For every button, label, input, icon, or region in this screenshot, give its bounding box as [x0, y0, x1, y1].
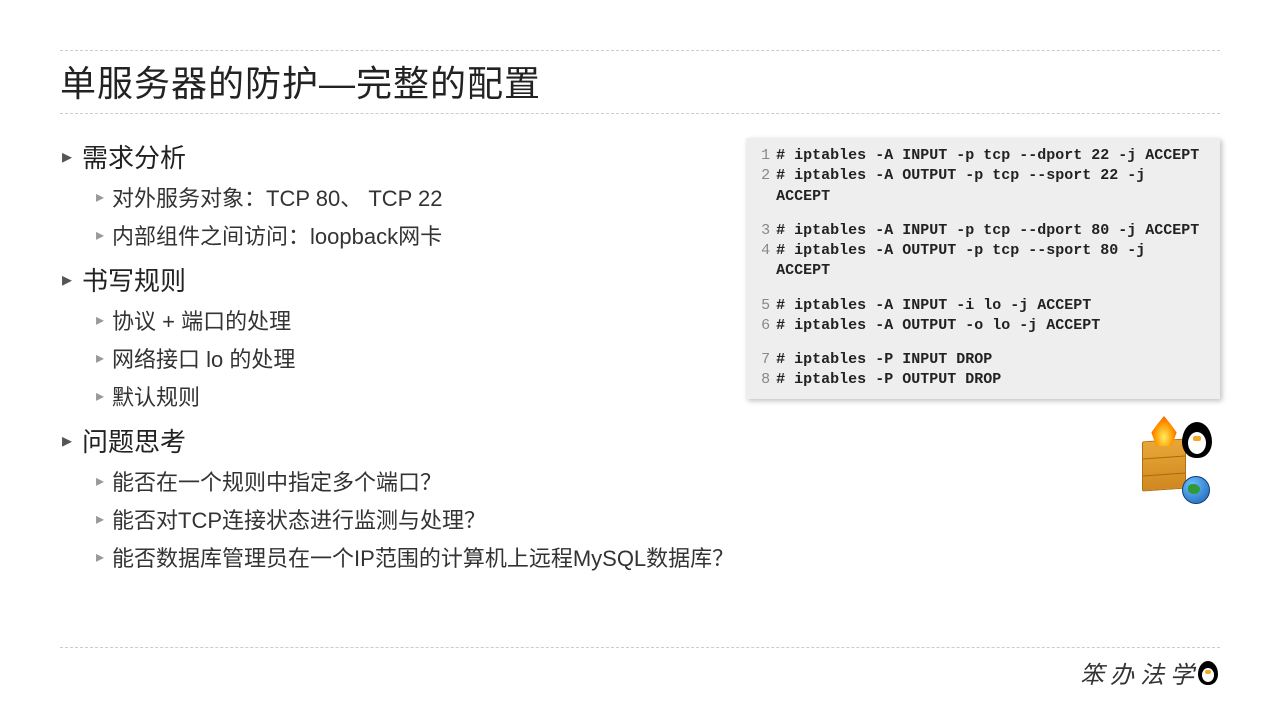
code-line: 5 # iptables -A INPUT -i lo -j ACCEPT [752, 296, 1206, 316]
slide-title: 单服务器的防护—完整的配置 [60, 55, 1220, 114]
code-text: # iptables -P OUTPUT DROP [776, 370, 1001, 390]
bullet-text: 对外服务对象：TCP 80、 TCP 22 [112, 181, 442, 213]
bullet-icon: ▸ [62, 144, 72, 169]
bullet-text: 内部组件之间访问：loopback网卡 [112, 219, 442, 251]
code-block: 1 # iptables -A INPUT -p tcp --dport 22 -… [746, 138, 1220, 399]
subbullet-icon: ▸ [96, 471, 104, 491]
code-text: # iptables -A OUTPUT -o lo -j ACCEPT [776, 316, 1100, 336]
subbullet-icon: ▸ [96, 547, 104, 567]
subbullet-icon: ▸ [96, 225, 104, 245]
globe-icon [1182, 476, 1210, 504]
bullet-text: 能否数据库管理员在一个IP范围的计算机上远程MySQL数据库？ [112, 541, 734, 573]
brick-wall-icon [1142, 438, 1186, 491]
bullet-text: 能否对TCP连接状态进行监测与处理？ [112, 503, 486, 535]
bullet-item: ▸ 能否对TCP连接状态进行监测与处理？ [96, 503, 734, 535]
code-text: # iptables -A INPUT -p tcp --dport 80 -j… [776, 221, 1199, 241]
bullet-item: ▸ 网络接口 lo 的处理 [96, 342, 734, 374]
bullet-column: ▸ 需求分析 ▸ 对外服务对象：TCP 80、 TCP 22 ▸ 内部组件之间访… [60, 128, 734, 579]
code-text: # iptables -A INPUT -p tcp --dport 22 -j… [776, 146, 1199, 166]
line-number: 5 [752, 296, 770, 316]
top-divider [60, 50, 1220, 51]
line-number: 1 [752, 146, 770, 166]
section-heading: ▸ 书写规则 [62, 261, 734, 298]
code-line: 3 # iptables -A INPUT -p tcp --dport 80 -… [752, 221, 1206, 241]
code-blank [752, 282, 1206, 296]
bullet-item: ▸ 内部组件之间访问：loopback网卡 [96, 219, 734, 251]
code-line: 1 # iptables -A INPUT -p tcp --dport 22 -… [752, 146, 1206, 166]
bullet-item: ▸ 对外服务对象：TCP 80、 TCP 22 [96, 181, 734, 213]
code-line: 6 # iptables -A OUTPUT -o lo -j ACCEPT [752, 316, 1206, 336]
bullet-text: 能否在一个规则中指定多个端口？ [112, 465, 442, 497]
brand-footer: 笨 办 法 学 [1080, 655, 1218, 690]
code-line: 8 # iptables -P OUTPUT DROP [752, 370, 1206, 390]
line-number: 4 [752, 241, 770, 282]
bullet-item: ▸ 能否在一个规则中指定多个端口？ [96, 465, 734, 497]
line-number: 3 [752, 221, 770, 241]
line-number: 7 [752, 350, 770, 370]
bullet-item: ▸ 默认规则 [96, 380, 734, 412]
code-column: 1 # iptables -A INPUT -p tcp --dport 22 -… [746, 128, 1220, 579]
subbullet-icon: ▸ [96, 348, 104, 368]
tux-icon [1182, 422, 1212, 458]
section-heading-text: 问题思考 [82, 422, 186, 459]
line-number: 6 [752, 316, 770, 336]
slide: 单服务器的防护—完整的配置 ▸ 需求分析 ▸ 对外服务对象：TCP 80、 TC… [0, 0, 1280, 720]
code-text: # iptables -A OUTPUT -p tcp --sport 80 -… [776, 241, 1206, 282]
tux-icon [1198, 661, 1218, 685]
line-number: 2 [752, 166, 770, 207]
bullet-text: 网络接口 lo 的处理 [112, 342, 295, 374]
code-line: 4# iptables -A OUTPUT -p tcp --sport 80 … [752, 241, 1206, 282]
code-blank [752, 336, 1206, 350]
section-heading-text: 需求分析 [82, 138, 186, 175]
section-heading: ▸ 需求分析 [62, 138, 734, 175]
code-text: # iptables -A INPUT -i lo -j ACCEPT [776, 296, 1091, 316]
subbullet-icon: ▸ [96, 310, 104, 330]
brand-text: 笨 办 法 学 [1080, 655, 1194, 690]
bullet-icon: ▸ [62, 428, 72, 453]
subbullet-icon: ▸ [96, 509, 104, 529]
bullet-icon: ▸ [62, 267, 72, 292]
section-heading: ▸ 问题思考 [62, 422, 734, 459]
bullet-text: 协议 + 端口的处理 [112, 304, 291, 336]
subbullet-icon: ▸ [96, 187, 104, 207]
section-heading-text: 书写规则 [82, 261, 186, 298]
firewall-tux-globe-icon [1140, 418, 1212, 504]
code-blank [752, 207, 1206, 221]
line-number: 8 [752, 370, 770, 390]
bullet-item: ▸ 协议 + 端口的处理 [96, 304, 734, 336]
bullet-item: ▸ 能否数据库管理员在一个IP范围的计算机上远程MySQL数据库？ [96, 541, 734, 573]
code-text: # iptables -A OUTPUT -p tcp --sport 22 -… [776, 166, 1206, 207]
slide-body: ▸ 需求分析 ▸ 对外服务对象：TCP 80、 TCP 22 ▸ 内部组件之间访… [60, 128, 1220, 579]
footer-divider [60, 647, 1220, 648]
code-line: 7 # iptables -P INPUT DROP [752, 350, 1206, 370]
subbullet-icon: ▸ [96, 386, 104, 406]
code-line: 2# iptables -A OUTPUT -p tcp --sport 22 … [752, 166, 1206, 207]
bullet-text: 默认规则 [112, 380, 200, 412]
code-text: # iptables -P INPUT DROP [776, 350, 992, 370]
